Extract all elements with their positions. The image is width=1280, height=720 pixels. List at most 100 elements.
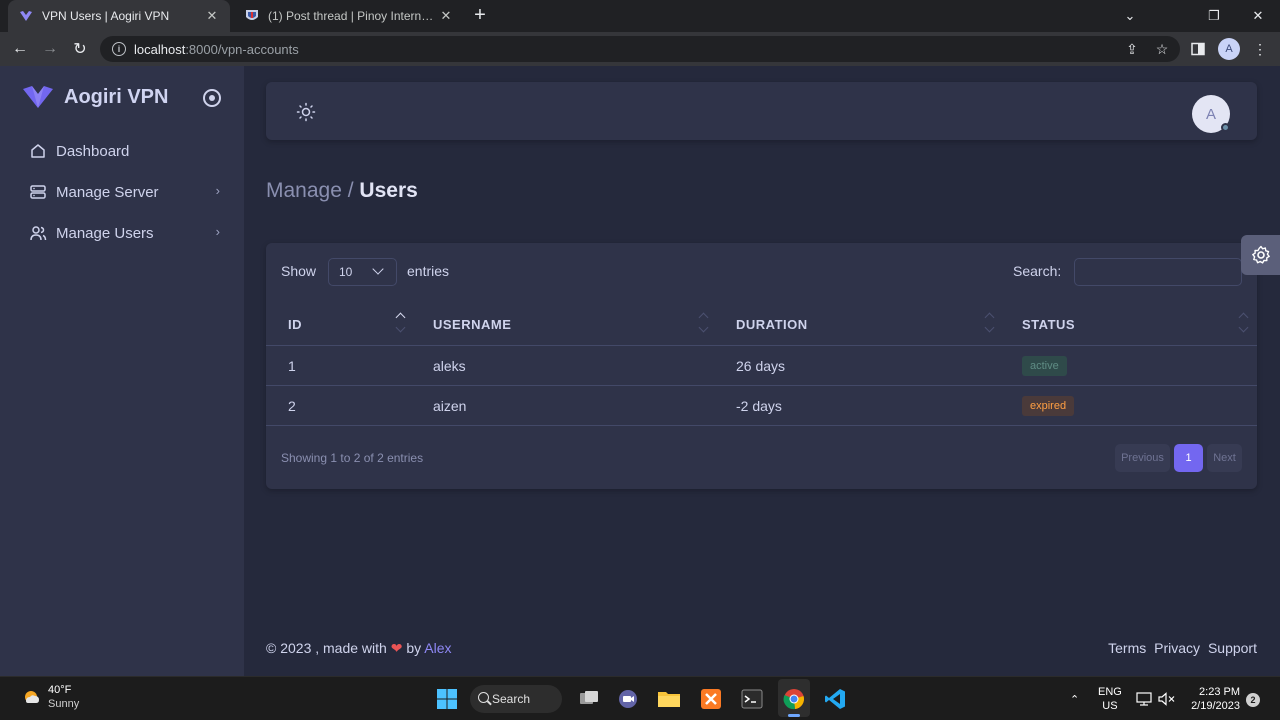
sidepanel-icon[interactable] bbox=[1186, 37, 1210, 61]
tab-title: (1) Post thread | Pinoy Internet and... bbox=[268, 9, 438, 23]
brand[interactable]: Aogiri VPN bbox=[22, 84, 168, 110]
chevron-right-icon: › bbox=[215, 183, 220, 198]
tab-close-icon[interactable]: ✕ bbox=[204, 8, 220, 24]
tab-vpn-users[interactable]: VPN Users | Aogiri VPN ✕ bbox=[8, 0, 230, 32]
footer-link-support[interactable]: Support bbox=[1208, 640, 1257, 656]
windows-taskbar: 40°F Sunny Search ⌃ ENG US 2:23 PM 2/19/… bbox=[0, 676, 1280, 720]
chrome-icon[interactable] bbox=[781, 686, 807, 712]
task-view-icon[interactable] bbox=[576, 686, 602, 712]
vscode-icon[interactable] bbox=[822, 686, 848, 712]
star-icon[interactable]: ☆ bbox=[1150, 37, 1174, 61]
status-badge-active: active bbox=[1022, 356, 1067, 376]
tab-close-icon[interactable]: ✕ bbox=[438, 8, 454, 24]
share-icon[interactable]: ⇪ bbox=[1120, 37, 1144, 61]
heart-icon: ❤ bbox=[390, 640, 403, 656]
sidebar: Aogiri VPN Dashboard Manage Server › Man… bbox=[0, 66, 244, 676]
column-header-duration[interactable]: DURATION bbox=[736, 317, 808, 332]
language-label: ENG bbox=[1098, 686, 1122, 698]
tab-post-thread[interactable]: (1) Post thread | Pinoy Internet and... … bbox=[234, 0, 464, 32]
region-label: US bbox=[1102, 700, 1118, 712]
restore-window-button[interactable]: ❐ bbox=[1192, 0, 1236, 32]
teams-chat-icon[interactable] bbox=[615, 686, 641, 712]
back-icon[interactable]: ← bbox=[8, 37, 32, 61]
tab-title: VPN Users | Aogiri VPN bbox=[42, 9, 170, 23]
entries-label: entries bbox=[407, 263, 450, 279]
customizer-toggle[interactable] bbox=[1241, 235, 1280, 275]
chevron-down-icon bbox=[372, 263, 384, 275]
browser-tab-strip: VPN Users | Aogiri VPN ✕ (1) Post thread… bbox=[0, 0, 1280, 32]
users-icon bbox=[28, 223, 48, 243]
sidebar-item-manage-users[interactable]: Manage Users › bbox=[28, 218, 222, 248]
taskbar-search-button[interactable]: Search bbox=[470, 685, 562, 713]
browser-profile-avatar[interactable]: A bbox=[1218, 38, 1240, 60]
pagination-page-1-button[interactable]: 1 bbox=[1174, 444, 1203, 472]
volume-muted-icon[interactable] bbox=[1158, 677, 1176, 720]
sort-icon[interactable] bbox=[698, 310, 709, 338]
footer-by: by bbox=[406, 640, 422, 656]
weather-temp: 40°F bbox=[48, 684, 72, 696]
menu-icon[interactable]: ⋮ bbox=[1248, 37, 1272, 61]
notification-count-badge[interactable]: 2 bbox=[1246, 693, 1260, 707]
browser-toolbar: ← → ↻ i localhost:8000/vpn-accounts ⇪ ☆ … bbox=[0, 32, 1280, 66]
page-title: Users bbox=[359, 179, 418, 202]
pagination-previous-button[interactable]: Previous bbox=[1115, 444, 1170, 472]
tray-overflow-chevron-icon[interactable]: ⌃ bbox=[1070, 677, 1079, 720]
sort-icon[interactable] bbox=[984, 310, 995, 338]
table-row[interactable]: 2 aizen -2 days expired bbox=[266, 386, 1257, 426]
new-tab-button[interactable]: + bbox=[468, 4, 492, 28]
sun-icon[interactable] bbox=[296, 102, 316, 122]
reload-icon[interactable]: ↻ bbox=[68, 37, 92, 61]
home-icon bbox=[28, 141, 48, 161]
cell-username: aizen bbox=[433, 398, 467, 414]
user-avatar[interactable]: A bbox=[1192, 95, 1230, 133]
table-row[interactable]: 1 aleks 26 days active bbox=[266, 346, 1257, 386]
column-header-status[interactable]: STATUS bbox=[1022, 317, 1075, 332]
xampp-icon[interactable] bbox=[698, 686, 724, 712]
system-clock[interactable]: 2:23 PM 2/19/2023 bbox=[1186, 685, 1240, 713]
info-icon[interactable]: i bbox=[112, 42, 126, 56]
brand-name: Aogiri VPN bbox=[64, 85, 169, 108]
cell-duration: 26 days bbox=[736, 358, 786, 374]
sidebar-item-label: Manage Users bbox=[56, 224, 154, 242]
online-status-dot bbox=[1221, 123, 1230, 132]
column-header-username[interactable]: USERNAME bbox=[433, 317, 511, 332]
sort-icon[interactable] bbox=[395, 310, 406, 338]
footer-link-terms[interactable]: Terms bbox=[1108, 640, 1146, 656]
footer-link-privacy[interactable]: Privacy bbox=[1154, 640, 1200, 656]
url-path: :8000/vpn-accounts bbox=[185, 41, 299, 57]
aogiri-favicon-icon bbox=[20, 11, 32, 21]
address-bar[interactable]: i localhost:8000/vpn-accounts bbox=[100, 36, 1180, 62]
column-header-id[interactable]: ID bbox=[288, 317, 302, 332]
weather-widget[interactable]: 40°F Sunny bbox=[20, 683, 79, 711]
sidebar-toggle-icon[interactable] bbox=[203, 89, 221, 107]
breadcrumb-parent: Manage bbox=[266, 179, 342, 202]
network-icon[interactable] bbox=[1136, 677, 1152, 720]
status-badge-expired: expired bbox=[1022, 396, 1075, 416]
weather-condition: Sunny bbox=[48, 698, 80, 710]
terminal-icon[interactable] bbox=[739, 686, 765, 712]
entries-select-value: 10 bbox=[339, 265, 353, 279]
language-indicator[interactable]: ENG US bbox=[1098, 677, 1122, 720]
weather-sun-icon bbox=[25, 691, 39, 703]
search-input[interactable] bbox=[1074, 258, 1242, 286]
clock-date: 2/19/2023 bbox=[1191, 700, 1240, 712]
sort-icon[interactable] bbox=[1238, 310, 1249, 338]
tab-search-chevron-icon[interactable]: ⌄ bbox=[1108, 0, 1152, 32]
table-header: ID USERNAME DURATION STATUS bbox=[266, 300, 1257, 346]
windows-start-icon[interactable] bbox=[434, 686, 460, 712]
forward-icon[interactable]: → bbox=[38, 37, 62, 61]
close-window-button[interactable]: ✕ bbox=[1236, 0, 1280, 32]
cell-id: 2 bbox=[288, 398, 296, 414]
entries-select[interactable]: 10 bbox=[328, 258, 397, 286]
cell-duration: -2 days bbox=[736, 398, 782, 414]
file-explorer-icon[interactable] bbox=[656, 686, 682, 712]
user-avatar-initial: A bbox=[1205, 105, 1216, 123]
table-info: Showing 1 to 2 of 2 entries bbox=[281, 451, 424, 465]
forum-favicon-icon bbox=[246, 10, 258, 20]
footer-author-link[interactable]: Alex bbox=[424, 640, 451, 656]
sidebar-item-dashboard[interactable]: Dashboard bbox=[28, 136, 222, 166]
pagination-next-button[interactable]: Next bbox=[1207, 444, 1242, 472]
sidebar-item-manage-server[interactable]: Manage Server › bbox=[28, 177, 222, 207]
cell-id: 1 bbox=[288, 358, 296, 374]
gear-icon bbox=[1251, 245, 1270, 264]
